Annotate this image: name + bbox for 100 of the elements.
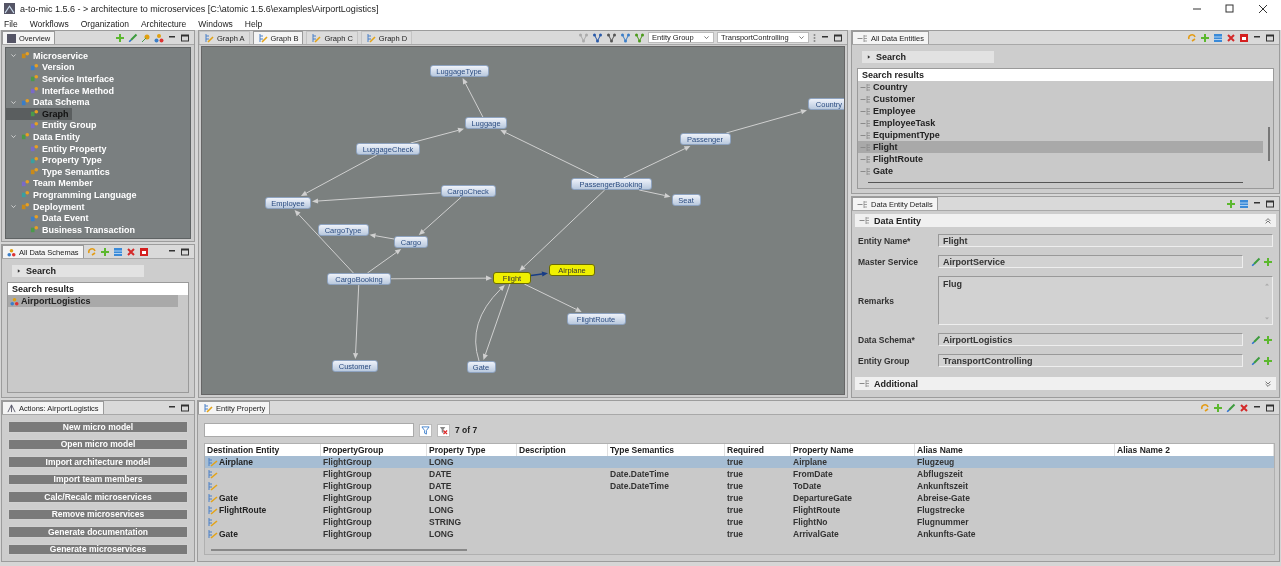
- layout-icon[interactable]: [620, 32, 631, 43]
- column-header[interactable]: Alias Name 2: [1115, 444, 1274, 456]
- menu-item[interactable]: Windows: [198, 18, 233, 29]
- tree-item[interactable]: Entity Group: [6, 119, 100, 132]
- list-item[interactable]: FlightRoute: [858, 153, 1263, 165]
- input-field[interactable]: AirportLogistics: [938, 333, 1243, 346]
- refresh-icon[interactable]: [86, 246, 97, 257]
- input-field[interactable]: TransportControlling: [938, 354, 1243, 367]
- table-row[interactable]: FlightRoute FlightGroup LONG true FlightRoute Flugstrecke: [205, 504, 1274, 516]
- list-item[interactable]: AirportLogistics: [8, 295, 178, 307]
- pencil-icon[interactable]: [1251, 256, 1261, 267]
- scrollbar[interactable]: [1268, 127, 1270, 161]
- add-icon[interactable]: [1263, 355, 1273, 366]
- tree-item[interactable]: Business Transaction: [6, 223, 139, 236]
- action-button[interactable]: Import team members: [8, 473, 188, 485]
- section-header[interactable]: Data Entity: [855, 214, 1276, 227]
- filter-field[interactable]: [204, 423, 414, 437]
- list-item[interactable]: Country: [858, 81, 1263, 93]
- filter-button[interactable]: [419, 423, 432, 437]
- column-header[interactable]: Property Name: [791, 444, 915, 456]
- maximize-icon[interactable]: [1265, 32, 1275, 43]
- section-header[interactable]: Additional: [855, 377, 1276, 390]
- tree-item[interactable]: Version: [6, 61, 78, 74]
- add-icon[interactable]: [1200, 32, 1210, 43]
- action-button[interactable]: New micro model: [8, 421, 188, 433]
- table-icon[interactable]: [112, 246, 123, 257]
- maximize-icon[interactable]: [833, 32, 843, 43]
- tree-item[interactable]: Property Type: [6, 154, 105, 166]
- expand-icon[interactable]: [16, 268, 22, 274]
- refresh-icon[interactable]: [1187, 32, 1197, 43]
- tree-item[interactable]: Type Semantics: [6, 165, 113, 178]
- collapse-icon[interactable]: [1264, 216, 1272, 225]
- tree-item[interactable]: Data Entity: [6, 131, 83, 143]
- clear-filter-button[interactable]: [437, 423, 450, 437]
- add-icon[interactable]: [1213, 402, 1223, 413]
- menu-item[interactable]: Workflows: [29, 18, 69, 29]
- add-icon[interactable]: [1226, 198, 1236, 209]
- list-item[interactable]: Employee: [858, 105, 1263, 117]
- layout-icon[interactable]: [634, 32, 645, 43]
- pencil-icon[interactable]: [1226, 402, 1236, 413]
- list-item[interactable]: EmployeeTask: [858, 117, 1263, 129]
- column-header[interactable]: Alias Name: [915, 444, 1115, 456]
- pencil-icon[interactable]: [1251, 334, 1261, 345]
- column-header[interactable]: Description: [517, 444, 608, 456]
- list-item[interactable]: Flight: [858, 141, 1263, 153]
- action-button[interactable]: Import architecture model: [8, 456, 188, 468]
- layout-icon[interactable]: [592, 32, 603, 43]
- expand-icon[interactable]: [866, 54, 872, 60]
- scrollbar[interactable]: [211, 549, 467, 551]
- table-row[interactable]: Gate FlightGroup LONG true ArrivalGate Ankunfts-Gate: [205, 528, 1274, 540]
- tree-item[interactable]: Data Schema: [6, 96, 93, 108]
- add-icon[interactable]: [1263, 334, 1273, 345]
- add-icon[interactable]: [99, 246, 110, 257]
- layout-icon[interactable]: [606, 32, 617, 43]
- action-button[interactable]: Calc/Recalc microservices: [8, 491, 188, 503]
- add-icon[interactable]: [1263, 256, 1273, 267]
- tree-item[interactable]: Service Interface: [6, 73, 118, 85]
- menu-item[interactable]: Organization: [80, 18, 129, 29]
- menu-item[interactable]: File: [4, 18, 18, 29]
- tree-item[interactable]: Interface Method: [6, 84, 117, 97]
- list-item[interactable]: Gate: [858, 165, 1263, 177]
- maximize-icon[interactable]: [1265, 198, 1275, 209]
- search-toggle[interactable]: Search: [862, 51, 994, 63]
- table-icon[interactable]: [1213, 32, 1223, 43]
- maximize-icon[interactable]: [1265, 402, 1275, 413]
- delete-icon[interactable]: [1239, 402, 1249, 413]
- action-button[interactable]: Open micro model: [8, 438, 188, 450]
- column-header[interactable]: Required: [725, 444, 791, 456]
- delete-icon[interactable]: [1226, 32, 1236, 43]
- pdf-icon[interactable]: [1239, 32, 1249, 43]
- maximize-icon[interactable]: [180, 246, 190, 257]
- action-button[interactable]: Generate documentation: [8, 526, 188, 538]
- menu-item[interactable]: Architecture: [140, 18, 187, 29]
- table-row[interactable]: Gate FlightGroup LONG true DepartureGate Abreise-Gate: [205, 492, 1274, 504]
- tree-item[interactable]: Entity Property: [6, 142, 110, 155]
- list-item[interactable]: EquipmentType: [858, 129, 1263, 141]
- tree-item[interactable]: Team Member: [6, 177, 96, 190]
- maximize-icon[interactable]: [180, 402, 190, 413]
- refresh-icon[interactable]: [1200, 402, 1210, 413]
- maximize-icon[interactable]: [180, 32, 190, 43]
- table-row[interactable]: Airplane FlightGroup LONG true Airplane Flugzeug: [205, 456, 1274, 468]
- action-button[interactable]: Remove microservices: [8, 508, 188, 520]
- column-header[interactable]: Type Semantics: [608, 444, 725, 456]
- table-row[interactable]: FlightGroup STRING true FlightNo Flugnummer: [205, 516, 1274, 528]
- table-row[interactable]: FlightGroup DATE Date.DateTime true ToDate Ankunftszeit: [205, 480, 1274, 492]
- pdf-icon[interactable]: [138, 246, 149, 257]
- action-button[interactable]: Generate microservices: [8, 543, 188, 555]
- menu-item[interactable]: Help: [244, 18, 263, 29]
- pencil-icon[interactable]: [128, 32, 138, 43]
- remarks-field[interactable]: Flug: [938, 276, 1273, 325]
- tree-item[interactable]: Data Event: [6, 212, 92, 224]
- input-field[interactable]: Flight: [938, 234, 1273, 247]
- column-header[interactable]: Destination Entity: [205, 444, 321, 456]
- add-icon[interactable]: [115, 32, 125, 43]
- input-field[interactable]: AirportService: [938, 255, 1243, 268]
- column-header[interactable]: Property Type: [427, 444, 517, 456]
- pencil-icon[interactable]: [1251, 355, 1261, 366]
- scroll-down-icon[interactable]: [1264, 316, 1270, 321]
- tree-item[interactable]: Programming Language: [6, 189, 140, 201]
- tree-item[interactable]: Deployment: [6, 200, 88, 213]
